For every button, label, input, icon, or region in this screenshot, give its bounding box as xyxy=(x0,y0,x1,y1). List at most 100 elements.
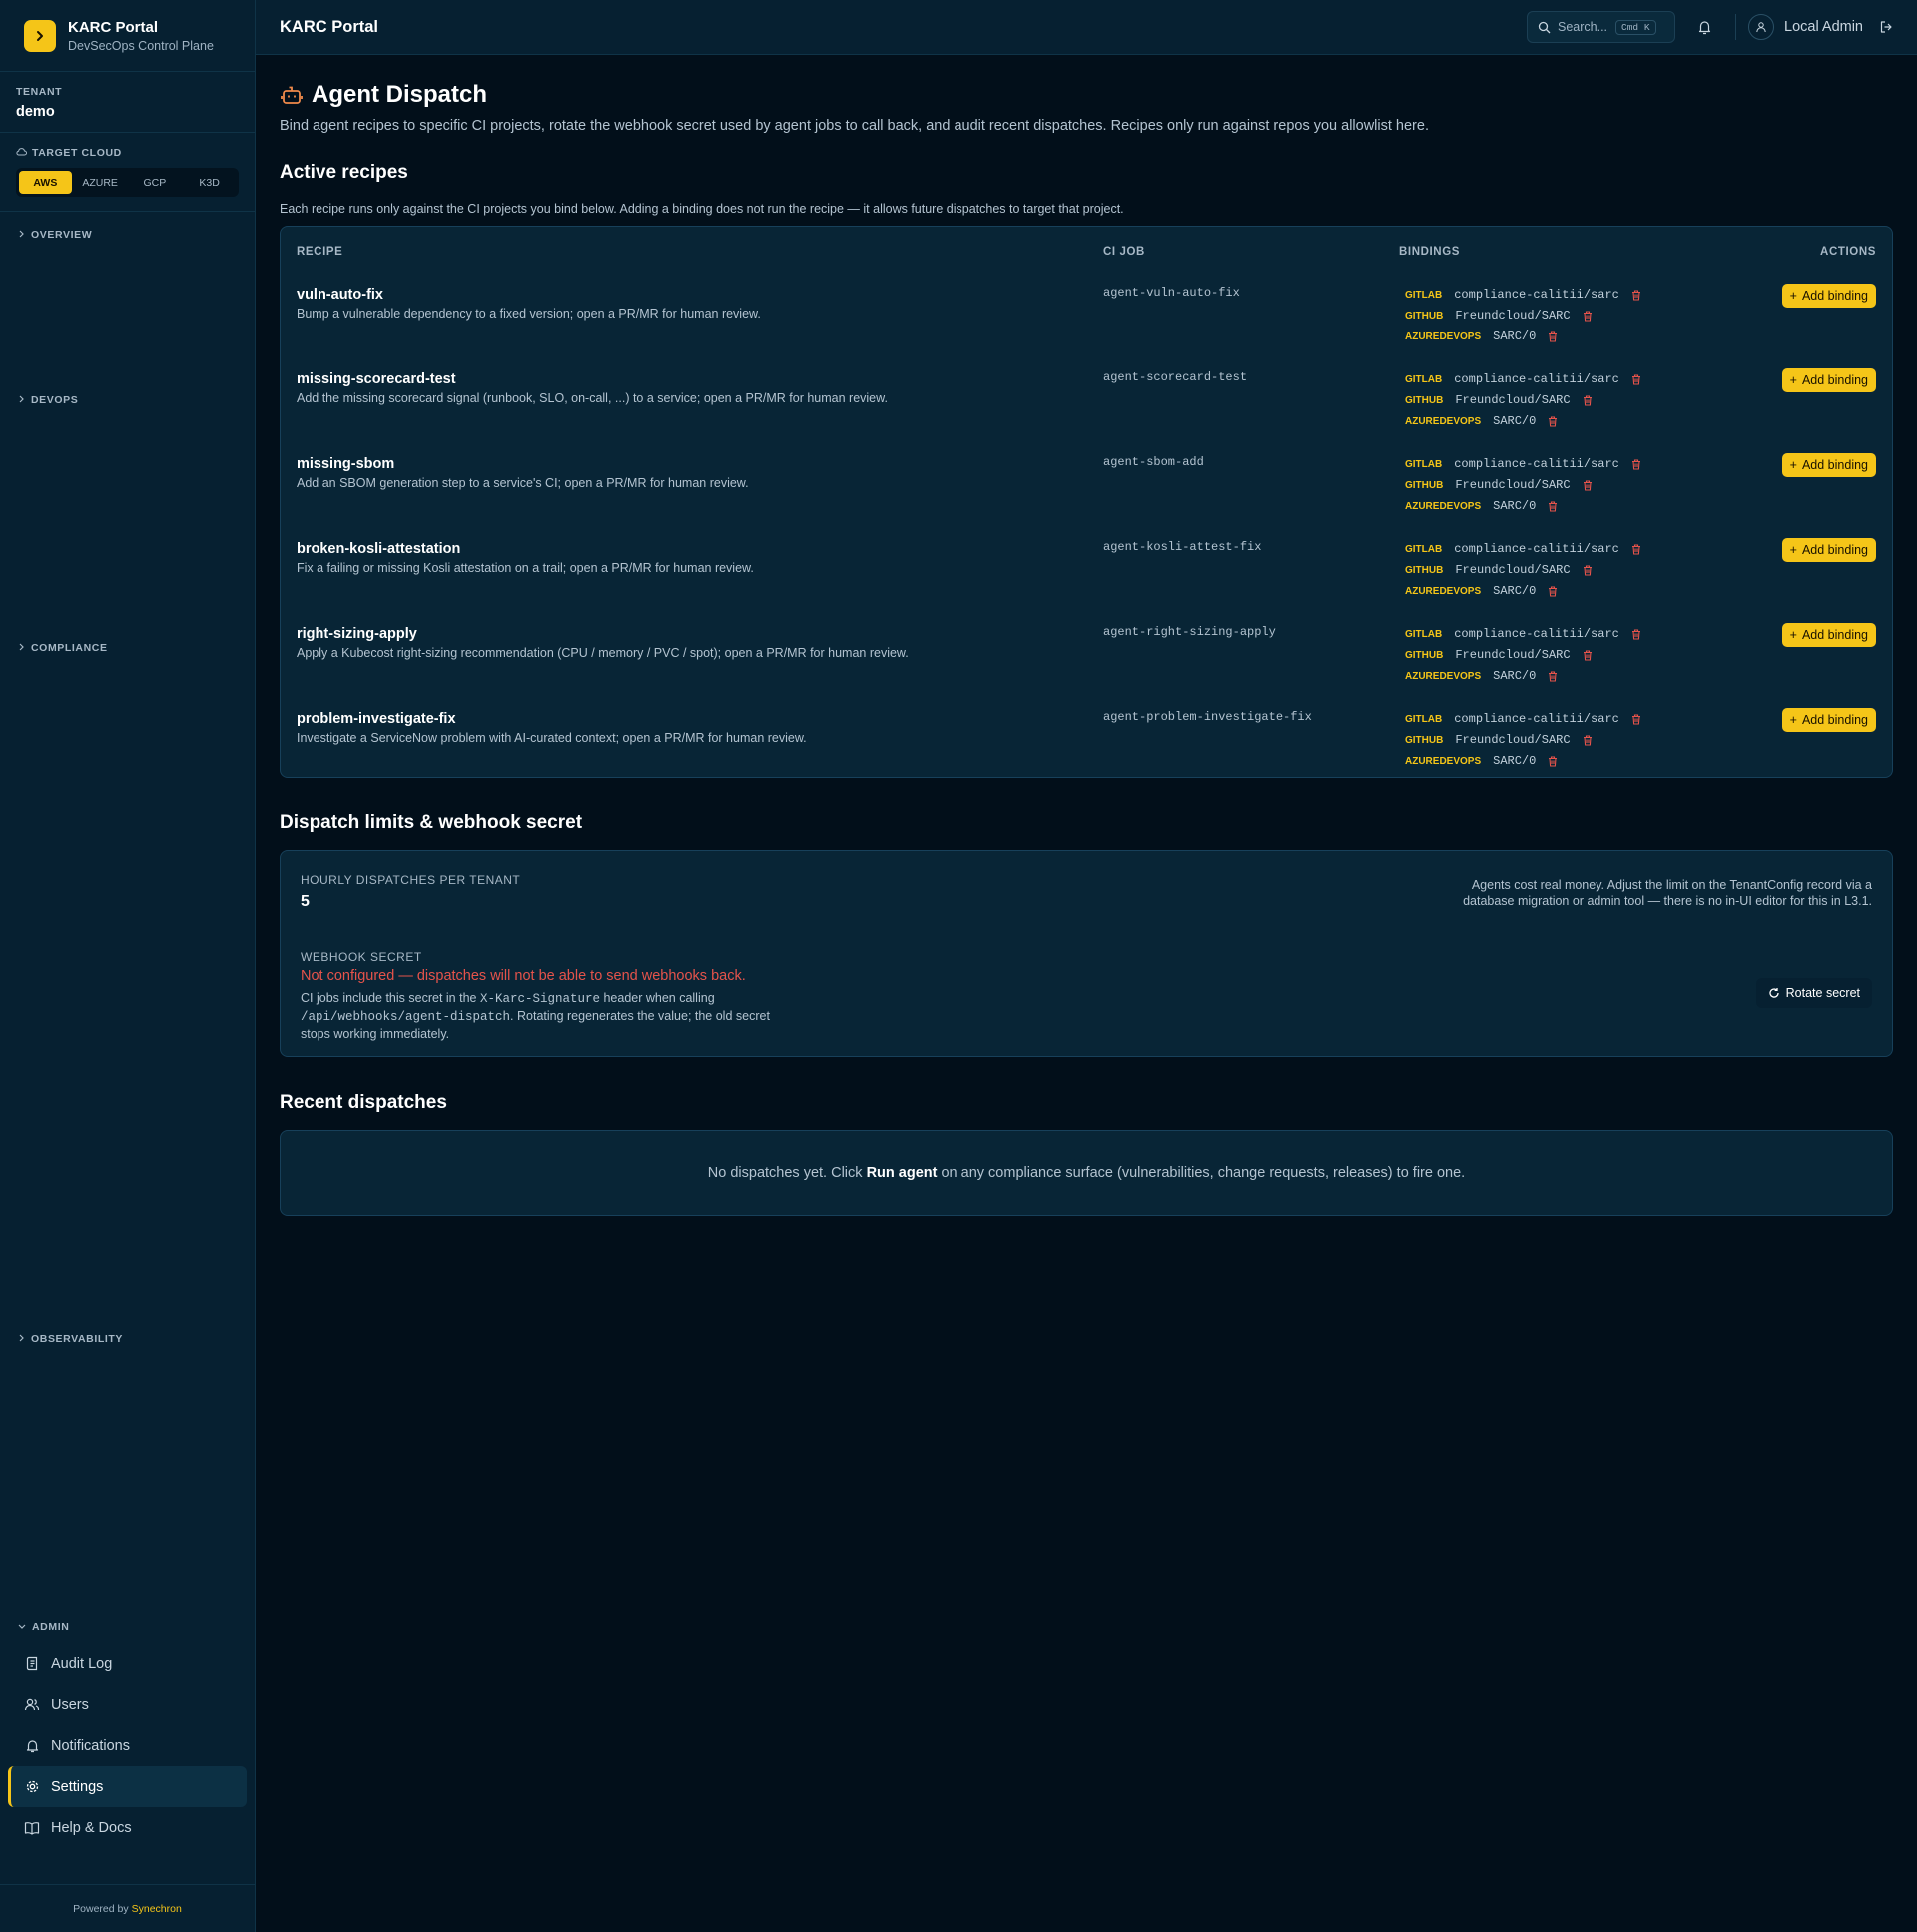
cloud-option-azure[interactable]: AZURE xyxy=(74,171,127,194)
gear-icon xyxy=(24,1779,40,1795)
binding: GITHUB Freundcloud/SARC xyxy=(1405,731,1593,749)
add-binding-button[interactable]: + Add binding xyxy=(1781,284,1876,308)
add-binding-button[interactable]: + Add binding xyxy=(1781,708,1876,732)
provider-badge: AZUREDEVOPS xyxy=(1405,500,1482,512)
search-button[interactable]: Search... Cmd K xyxy=(1527,11,1675,43)
trash-icon[interactable] xyxy=(1583,310,1593,322)
sidebar-item-audit-log[interactable]: Audit Log xyxy=(8,1643,247,1684)
tenant-section: TENANT demo xyxy=(0,72,255,133)
book-icon xyxy=(24,1820,40,1836)
binding: GITHUB Freundcloud/SARC xyxy=(1405,391,1593,409)
brand-subtitle: DevSecOps Control Plane xyxy=(68,38,214,53)
binding: AZUREDEVOPS SARC/0 xyxy=(1405,667,1558,685)
binding-repo: SARC/0 xyxy=(1493,669,1537,683)
binding: AZUREDEVOPS SARC/0 xyxy=(1405,752,1558,770)
provider-badge: GITHUB xyxy=(1405,310,1444,322)
notifications-bell-icon[interactable] xyxy=(1693,19,1715,35)
limits-card: HOURLY DISPATCHES PER TENANT 5 Agents co… xyxy=(280,850,1893,1057)
recipes-description: Each recipe runs only against the CI pro… xyxy=(280,202,1124,216)
binding-repo: Freundcloud/SARC xyxy=(1455,393,1571,407)
trash-icon[interactable] xyxy=(1548,585,1558,597)
binding-repo: Freundcloud/SARC xyxy=(1455,648,1571,662)
user-name[interactable]: Local Admin xyxy=(1784,19,1863,35)
divider xyxy=(1735,14,1736,40)
brand[interactable]: KARC Portal DevSecOps Control Plane xyxy=(0,0,255,72)
trash-icon[interactable] xyxy=(1631,458,1641,470)
sidebar-item-notifications[interactable]: Notifications xyxy=(8,1725,247,1766)
page-header: Agent Dispatch xyxy=(280,81,1893,109)
binding-repo: Freundcloud/SARC xyxy=(1455,563,1571,577)
sidebar-footer: Powered by Synechron xyxy=(0,1884,255,1932)
target-cloud-label: TARGET CLOUD xyxy=(16,147,239,159)
trash-icon[interactable] xyxy=(1583,564,1593,576)
trash-icon[interactable] xyxy=(1548,500,1558,512)
main-content: Agent Dispatch Bind agent recipes to spe… xyxy=(280,55,1893,1216)
trash-icon[interactable] xyxy=(1631,289,1641,301)
trash-icon[interactable] xyxy=(1631,373,1641,385)
webhook-secret-description: CI jobs include this secret in the X-Kar… xyxy=(301,991,770,1041)
robot-icon xyxy=(280,83,304,107)
table-row: missing-sbom Add an SBOM generation step… xyxy=(281,448,1892,533)
binding: GITLAB compliance-calitii/sarc xyxy=(1405,370,1641,388)
binding-repo: SARC/0 xyxy=(1493,414,1537,428)
trash-icon[interactable] xyxy=(1548,755,1558,767)
column-header-recipe: RECIPE xyxy=(297,246,343,258)
trash-icon[interactable] xyxy=(1583,734,1593,746)
trash-icon[interactable] xyxy=(1548,670,1558,682)
trash-icon[interactable] xyxy=(1583,649,1593,661)
provider-badge: GITHUB xyxy=(1405,394,1444,406)
table-row: missing-scorecard-test Add the missing s… xyxy=(281,363,1892,448)
brand-title: KARC Portal xyxy=(68,18,159,36)
rotate-secret-button[interactable]: Rotate secret xyxy=(1755,978,1872,1008)
binding: GITHUB Freundcloud/SARC xyxy=(1405,476,1593,494)
trash-icon[interactable] xyxy=(1631,543,1641,555)
recipes-heading: Active recipes xyxy=(280,162,408,183)
binding: GITLAB compliance-calitii/sarc xyxy=(1405,455,1641,473)
provider-badge: GITHUB xyxy=(1405,734,1444,746)
binding-repo: compliance-calitii/sarc xyxy=(1454,542,1619,556)
column-header-bindings: BINDINGS xyxy=(1399,246,1461,258)
sidebar-item-help-docs[interactable]: Help & Docs xyxy=(8,1807,247,1848)
binding-repo: Freundcloud/SARC xyxy=(1455,309,1571,322)
target-cloud-section: TARGET CLOUD AWS AZURE GCP K3D xyxy=(0,133,255,212)
binding: GITLAB compliance-calitii/sarc xyxy=(1405,625,1641,643)
trash-icon[interactable] xyxy=(1583,394,1593,406)
nav-section-devops[interactable]: DEVOPS xyxy=(18,394,78,406)
add-binding-button[interactable]: + Add binding xyxy=(1781,453,1876,477)
ci-job: agent-problem-investigate-fix xyxy=(1103,710,1312,724)
add-binding-button[interactable]: + Add binding xyxy=(1781,623,1876,647)
plus-icon: + xyxy=(1789,458,1797,472)
cloud-option-aws[interactable]: AWS xyxy=(19,171,72,194)
sidebar-item-settings[interactable]: Settings xyxy=(8,1766,247,1807)
provider-badge: GITLAB xyxy=(1405,713,1443,725)
page-title: Agent Dispatch xyxy=(312,81,488,108)
provider-badge: GITLAB xyxy=(1405,289,1443,301)
logout-icon[interactable] xyxy=(1879,20,1893,34)
user-avatar-icon[interactable] xyxy=(1748,14,1774,40)
synechron-link[interactable]: Synechron xyxy=(132,1903,182,1915)
column-header-ci-job: CI JOB xyxy=(1103,246,1145,258)
nav-section-observability[interactable]: OBSERVABILITY xyxy=(18,1333,123,1345)
add-binding-button[interactable]: + Add binding xyxy=(1781,368,1876,392)
limits-heading: Dispatch limits & webhook secret xyxy=(280,812,583,833)
users-icon xyxy=(24,1697,40,1713)
cloud-option-k3d[interactable]: K3D xyxy=(183,171,236,194)
recipe-description: Fix a failing or missing Kosli attestati… xyxy=(297,561,754,575)
trash-icon[interactable] xyxy=(1583,479,1593,491)
plus-icon: + xyxy=(1789,628,1797,642)
nav-section-admin[interactable]: ADMIN xyxy=(18,1621,69,1633)
trash-icon[interactable] xyxy=(1548,415,1558,427)
trash-icon[interactable] xyxy=(1631,713,1641,725)
nav-section-overview[interactable]: OVERVIEW xyxy=(18,229,92,241)
trash-icon[interactable] xyxy=(1548,330,1558,342)
plus-icon: + xyxy=(1789,713,1797,727)
ci-job: agent-kosli-attest-fix xyxy=(1103,540,1262,554)
dispatches-empty-state: No dispatches yet. Click Run agent on an… xyxy=(280,1130,1893,1216)
sidebar-item-users[interactable]: Users xyxy=(8,1684,247,1725)
webhook-endpoint: /api/webhooks/agent-dispatch xyxy=(301,1010,511,1024)
ci-job: agent-sbom-add xyxy=(1103,455,1204,469)
cloud-option-gcp[interactable]: GCP xyxy=(129,171,182,194)
nav-section-compliance[interactable]: COMPLIANCE xyxy=(18,642,108,654)
add-binding-button[interactable]: + Add binding xyxy=(1781,538,1876,562)
trash-icon[interactable] xyxy=(1631,628,1641,640)
